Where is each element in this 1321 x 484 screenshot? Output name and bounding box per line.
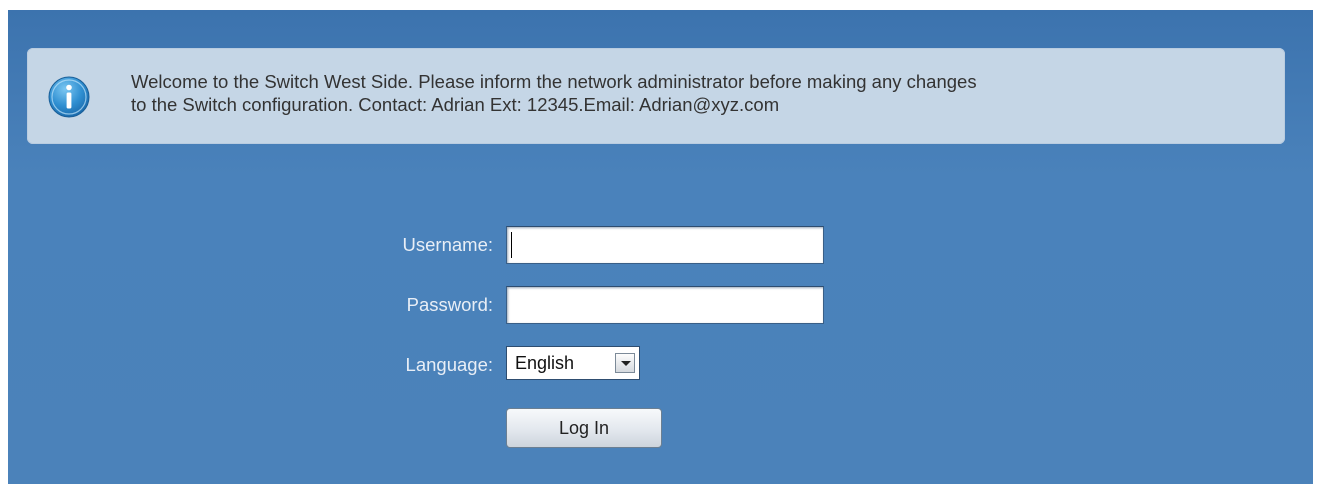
banner-message: Welcome to the Switch West Side. Please … [131,70,1271,116]
info-banner: Welcome to the Switch West Side. Please … [27,48,1285,144]
language-label: Language: [405,354,493,375]
language-selected-value: English [515,353,575,373]
username-label: Username: [402,234,493,255]
login-button[interactable]: Log In [506,408,662,448]
text-caret [511,232,512,258]
chevron-down-icon[interactable] [615,353,635,373]
username-field[interactable] [506,226,824,264]
info-icon [48,76,90,118]
banner-message-line-1: Welcome to the Switch West Side. Please … [131,71,977,92]
password-field[interactable] [506,286,824,324]
login-panel: Welcome to the Switch West Side. Please … [8,10,1313,484]
password-label: Password: [406,294,493,315]
language-select[interactable]: English [506,346,640,380]
banner-message-line-2: to the Switch configuration. Contact: Ad… [131,94,780,115]
